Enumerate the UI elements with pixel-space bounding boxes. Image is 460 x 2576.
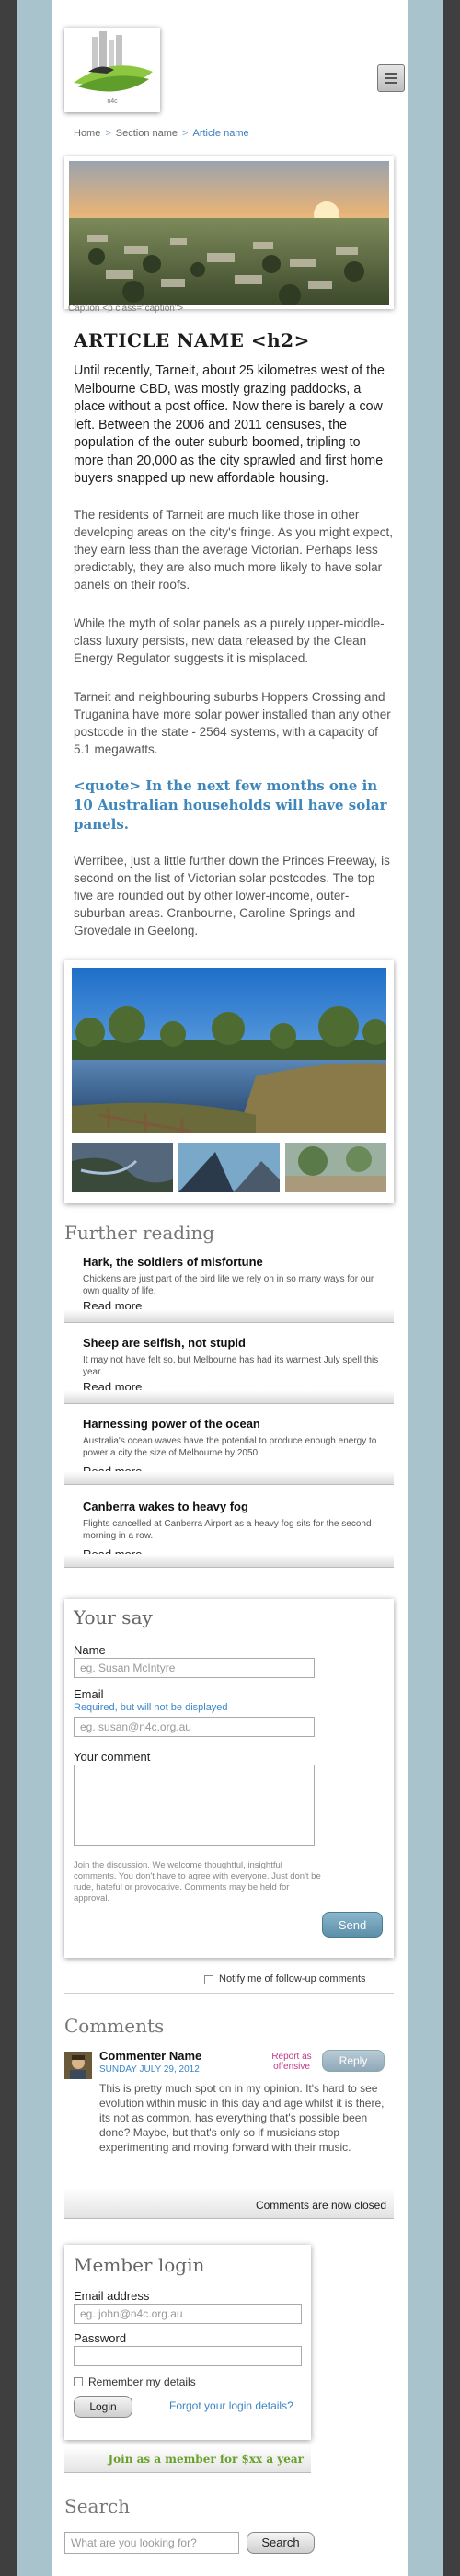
article-paragraph: The residents of Tarneit are much like t… <box>74 508 394 592</box>
name-field[interactable] <box>74 1658 315 1678</box>
breadcrumb-separator: > <box>105 128 111 139</box>
photo-gallery <box>64 960 394 1203</box>
further-reading-item[interactable]: Sheep are selfish, not stupid It may not… <box>64 1332 394 1404</box>
menu-button[interactable] <box>377 64 405 92</box>
breadcrumb-home[interactable]: Home <box>74 128 100 139</box>
comments-closed-notice: Comments are now closed <box>255 2199 386 2212</box>
further-reading-item[interactable]: Hark, the soldiers of misfortune Chicken… <box>64 1251 394 1323</box>
item-divider <box>64 1309 394 1323</box>
login-email-label: Email address <box>74 2289 150 2303</box>
site-logo[interactable]: n4c <box>64 28 160 112</box>
send-button[interactable]: Send <box>322 1912 383 1938</box>
login-email-field[interactable] <box>74 2304 302 2324</box>
further-reading-title[interactable]: Sheep are selfish, not stupid <box>83 1336 246 1350</box>
remember-label: Remember my details <box>88 2375 196 2388</box>
breadcrumb-section[interactable]: Section name <box>116 128 178 139</box>
comments-closed-bar: Comments are now closed <box>64 2188 394 2219</box>
article-paragraph: While the myth of solar panels as a pure… <box>74 616 385 665</box>
email-label: Email <box>74 1687 104 1701</box>
article-title: ARTICLE NAME <h2> <box>74 329 310 351</box>
search-heading: Search <box>64 2495 131 2517</box>
item-divider <box>64 1554 394 1568</box>
item-divider <box>64 1390 394 1404</box>
password-field[interactable] <box>74 2346 302 2366</box>
further-reading-item[interactable]: Canberra wakes to heavy fog Flights canc… <box>64 1496 394 1568</box>
gallery-thumbnail[interactable] <box>178 1143 280 1192</box>
further-reading-summary: It may not have felt so, but Melbourne h… <box>83 1355 379 1377</box>
further-reading-heading: Further reading <box>64 1222 215 1244</box>
comment-label: Your comment <box>74 1750 151 1764</box>
email-hint: Required, but will not be displayed <box>74 1702 228 1713</box>
further-reading-title[interactable]: Canberra wakes to heavy fog <box>83 1500 248 1513</box>
search-input[interactable] <box>64 2532 239 2554</box>
notify-checkbox[interactable] <box>204 1975 213 1984</box>
gallery-thumbnail[interactable] <box>285 1143 386 1192</box>
article-lead: Until recently, Tarneit, about 25 kilome… <box>74 363 385 486</box>
notify-label: Notify me of follow-up comments <box>219 1973 366 1984</box>
hamburger-icon-line <box>385 77 397 79</box>
avatar <box>64 2052 92 2079</box>
comment-text: This is pretty much spot on in my opinio… <box>99 2082 385 2154</box>
forgot-login-link[interactable]: Forgot your login details? <box>169 2399 293 2412</box>
article-paragraph: Werribee, just a little further down the… <box>74 854 390 937</box>
commenter-avatar-icon <box>64 2052 92 2079</box>
hamburger-icon-line <box>385 82 397 84</box>
reply-button[interactable]: Reply <box>322 2050 385 2072</box>
gallery-thumbnail[interactable] <box>72 1143 173 1192</box>
member-login-heading: Member login <box>74 2254 205 2276</box>
further-reading-summary: Flights cancelled at Canberra Airport as… <box>83 1519 372 1541</box>
hero-image <box>69 161 389 305</box>
further-reading-summary: Chickens are just part of the bird life … <box>83 1274 374 1296</box>
menu-label[interactable]: Menu <box>342 72 373 86</box>
further-reading-title[interactable]: Harnessing power of the ocean <box>83 1417 260 1431</box>
name-label: Name <box>74 1643 106 1657</box>
comment-disclaimer: Join the discussion. We welcome thoughtf… <box>74 1860 321 1903</box>
your-say-form: Your say Name Email Required, but will n… <box>64 1599 394 1958</box>
further-reading-title[interactable]: Hark, the soldiers of misfortune <box>83 1255 263 1269</box>
breadcrumb: Home > Section name > Article name <box>74 128 249 139</box>
comment-date: SUNDAY JULY 29, 2012 <box>99 2064 200 2075</box>
breadcrumb-current: Article name <box>192 128 249 139</box>
further-reading-item[interactable]: Harnessing power of the ocean Australia'… <box>64 1413 394 1485</box>
search-button[interactable]: Search <box>247 2532 315 2554</box>
join-bar: Join as a member for $xx a year <box>64 2445 311 2473</box>
article-paragraph: Tarneit and neighbouring suburbs Hoppers… <box>74 690 391 756</box>
email-field[interactable] <box>74 1717 315 1737</box>
login-button[interactable]: Login <box>74 2396 132 2418</box>
pull-quote: <quote> In the next few months one in 10… <box>74 777 387 833</box>
password-label: Password <box>74 2331 127 2345</box>
member-login-panel: Member login Email address Password Reme… <box>64 2245 311 2440</box>
divider <box>64 1993 394 1994</box>
image-caption: Caption <p class="caption"> <box>68 304 184 314</box>
hamburger-icon-line <box>385 73 397 75</box>
gallery-main-image[interactable] <box>72 968 386 1133</box>
comments-heading: Comments <box>64 2015 165 2037</box>
item-divider <box>64 1471 394 1485</box>
comment-textarea[interactable] <box>74 1765 315 1846</box>
svg-text:n4c: n4c <box>107 98 118 105</box>
commenter-name: Commenter Name <box>99 2049 202 2063</box>
logo-graphic: n4c <box>74 31 153 105</box>
hero-image-card <box>64 156 394 309</box>
breadcrumb-separator: > <box>182 128 189 139</box>
report-offensive-link[interactable]: Report as offensive <box>270 2052 313 2072</box>
your-say-heading: Your say <box>74 1606 153 1628</box>
further-reading-summary: Australia's ocean waves have the potenti… <box>83 1436 377 1458</box>
remember-checkbox[interactable] <box>74 2377 83 2386</box>
join-member-link[interactable]: Join as a member for $xx a year <box>108 2453 304 2466</box>
